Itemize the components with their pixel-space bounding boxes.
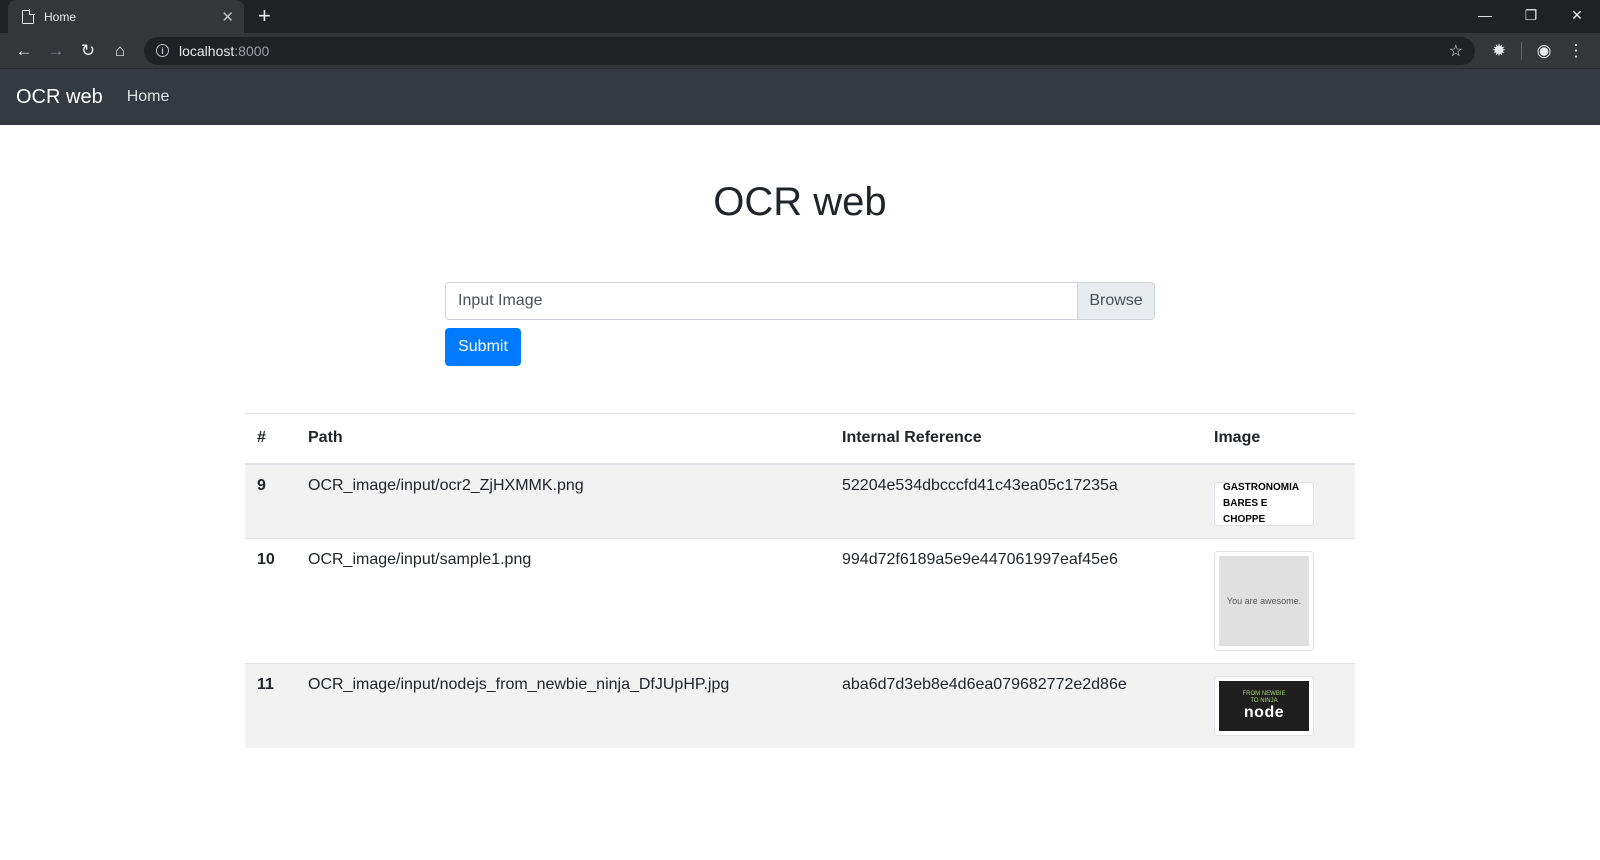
submit-button[interactable]: Submit bbox=[445, 328, 521, 366]
thumbnail-text-line1: GASTRONOMIA bbox=[1223, 481, 1300, 493]
row-path: OCR_image/input/ocr2_ZjHXMMK.png bbox=[296, 463, 830, 538]
results-table-container: # Path Internal Reference Image 9 OCR_im… bbox=[245, 413, 1355, 748]
back-icon[interactable]: ← bbox=[8, 35, 40, 67]
close-tab-icon[interactable]: ✕ bbox=[221, 8, 234, 26]
bookmark-star-icon[interactable]: ☆ bbox=[1449, 41, 1463, 61]
window-controls: — ❐ ✕ bbox=[1462, 0, 1600, 30]
file-input[interactable]: Input Image bbox=[445, 282, 1078, 320]
app-navbar: OCR web Home bbox=[0, 69, 1600, 125]
table-row: 11 OCR_image/input/nodejs_from_newbie_ni… bbox=[245, 662, 1355, 748]
row-reference: 52204e534dbcccfd41c43ea05c17235a bbox=[830, 463, 1202, 538]
node-logo: node bbox=[1243, 703, 1285, 721]
address-bar[interactable]: i localhost :8000 ☆ bbox=[144, 36, 1475, 65]
tab-title: Home bbox=[44, 9, 77, 24]
image-thumbnail[interactable]: GASTRONOMIA BARES E CHOPPE bbox=[1214, 481, 1314, 526]
reload-icon[interactable]: ↻ bbox=[72, 35, 104, 67]
page-title: OCR web bbox=[713, 180, 887, 224]
header-number: # bbox=[245, 413, 296, 465]
row-image-cell: GASTRONOMIA BARES E CHOPPE bbox=[1202, 463, 1355, 538]
row-id: 10 bbox=[245, 537, 296, 663]
new-tab-icon[interactable]: + bbox=[258, 4, 271, 28]
extension-icon[interactable]: ✹ bbox=[1483, 35, 1515, 67]
close-window-icon[interactable]: ✕ bbox=[1554, 0, 1600, 30]
minimize-icon[interactable]: — bbox=[1462, 0, 1508, 30]
thumbnail-gastronomia: GASTRONOMIA BARES E CHOPPE bbox=[1219, 482, 1309, 525]
table-row: 9 OCR_image/input/ocr2_ZjHXMMK.png 52204… bbox=[245, 463, 1355, 538]
browser-tab[interactable]: Home ✕ bbox=[8, 0, 244, 33]
row-image-cell: You are awesome. bbox=[1202, 537, 1355, 663]
header-internal-reference: Internal Reference bbox=[830, 413, 1202, 465]
thumbnail-text-line2: BARES E CHOPPE bbox=[1223, 497, 1268, 525]
row-path: OCR_image/input/sample1.png bbox=[296, 537, 830, 663]
home-icon[interactable]: ⌂ bbox=[104, 35, 136, 67]
table-header-row: # Path Internal Reference Image bbox=[245, 413, 1355, 465]
url-port: :8000 bbox=[234, 42, 270, 59]
row-path: OCR_image/input/nodejs_from_newbie_ninja… bbox=[296, 662, 830, 748]
header-image: Image bbox=[1202, 413, 1355, 465]
navbar-brand[interactable]: OCR web bbox=[16, 86, 103, 109]
restore-icon[interactable]: ❐ bbox=[1508, 0, 1554, 30]
browser-toolbar: ← → ↻ ⌂ i localhost :8000 ☆ ✹ ◉ ⋮ bbox=[0, 33, 1600, 69]
browser-tab-strip: Home ✕ + — ❐ ✕ bbox=[0, 0, 1600, 33]
page-icon bbox=[22, 8, 35, 24]
row-reference: 994d72f6189a5e9e447061997eaf45e6 bbox=[830, 537, 1202, 663]
image-thumbnail[interactable]: You are awesome. bbox=[1214, 550, 1314, 651]
thumbnail-text-line1: FROM NEWBIE bbox=[1242, 690, 1286, 697]
info-icon[interactable]: i bbox=[156, 44, 169, 57]
thumbnail-nodejs: FROM NEWBIE TO NINJA node bbox=[1219, 680, 1309, 731]
thumbnail-sample: You are awesome. bbox=[1219, 555, 1309, 646]
url-host: localhost bbox=[179, 42, 235, 59]
row-id: 9 bbox=[245, 463, 296, 538]
image-thumbnail[interactable]: FROM NEWBIE TO NINJA node bbox=[1214, 675, 1314, 736]
browse-button[interactable]: Browse bbox=[1078, 282, 1155, 320]
nav-link-home[interactable]: Home bbox=[127, 88, 170, 106]
menu-icon[interactable]: ⋮ bbox=[1560, 35, 1592, 67]
thumbnail-text: You are awesome. bbox=[1226, 595, 1302, 606]
upload-form: Input Image Browse Submit bbox=[445, 282, 1155, 366]
row-id: 11 bbox=[245, 662, 296, 748]
results-table: # Path Internal Reference Image 9 OCR_im… bbox=[245, 413, 1355, 748]
row-reference: aba6d7d3eb8e4d6ea079682772e2d86e bbox=[830, 662, 1202, 748]
table-row: 10 OCR_image/input/sample1.png 994d72f61… bbox=[245, 537, 1355, 663]
row-image-cell: FROM NEWBIE TO NINJA node bbox=[1202, 662, 1355, 748]
file-input-group: Input Image Browse bbox=[445, 282, 1155, 320]
toolbar-divider bbox=[1521, 41, 1522, 60]
incognito-icon[interactable]: ◉ bbox=[1528, 35, 1560, 67]
header-path: Path bbox=[296, 413, 830, 465]
forward-icon[interactable]: → bbox=[40, 35, 72, 67]
